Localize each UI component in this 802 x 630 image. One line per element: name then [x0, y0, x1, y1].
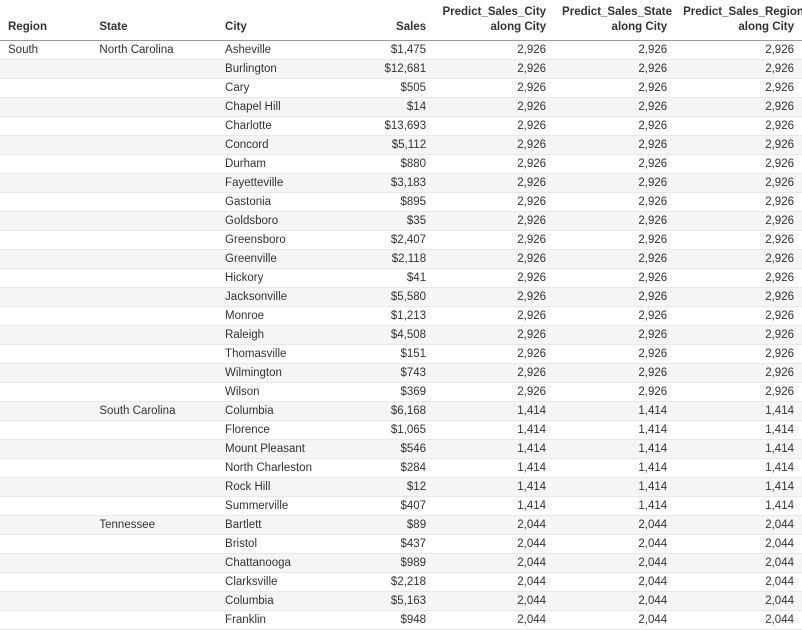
table-row: Burlington$12,6812,9262,9262,926 — [0, 59, 802, 78]
table-row: Mount Pleasant$5461,4141,4141,414 — [0, 439, 802, 458]
table-row: Wilson$3692,9262,9262,926 — [0, 382, 802, 401]
table-row: Fayetteville$3,1832,9262,9262,926 — [0, 173, 802, 192]
table-row: Durham$8802,9262,9262,926 — [0, 154, 802, 173]
header-predict-region: Predict_Sales_Regionalong City — [675, 0, 802, 40]
table-row: Florence$1,0651,4141,4141,414 — [0, 420, 802, 439]
table-row: Concord$5,1122,9262,9262,926 — [0, 135, 802, 154]
table-row: TennesseeBartlett$892,0442,0442,044 — [0, 515, 802, 534]
table-row: Rock Hill$121,4141,4141,414 — [0, 477, 802, 496]
table-row: Bristol$4372,0442,0442,044 — [0, 534, 802, 553]
main-table-container: Region State City Sales Predict_Sales_Ci… — [0, 0, 802, 630]
table-row: Jacksonville$5,5802,9262,9262,926 — [0, 287, 802, 306]
table-row: Columbia$5,1632,0442,0442,044 — [0, 591, 802, 610]
table-row: SouthNorth CarolinaAsheville$1,4752,9262… — [0, 40, 802, 59]
table-row: Franklin$9482,0442,0442,044 — [0, 610, 802, 629]
table-row: Thomasville$1512,9262,9262,926 — [0, 344, 802, 363]
table-row: Chattanooga$9892,0442,0442,044 — [0, 553, 802, 572]
header-region: Region — [0, 0, 91, 40]
table-row: South CarolinaColumbia$6,1681,4141,4141,… — [0, 401, 802, 420]
table-row: Charlotte$13,6932,9262,9262,926 — [0, 116, 802, 135]
table-row: North Charleston$2841,4141,4141,414 — [0, 458, 802, 477]
header-row: Region State City Sales Predict_Sales_Ci… — [0, 0, 802, 40]
table-row: Chapel Hill$142,9262,9262,926 — [0, 97, 802, 116]
table-row: Monroe$1,2132,9262,9262,926 — [0, 306, 802, 325]
table-row: Greenville$2,1182,9262,9262,926 — [0, 249, 802, 268]
header-city: City — [217, 0, 343, 40]
table-body: SouthNorth CarolinaAsheville$1,4752,9262… — [0, 40, 802, 629]
table-row: Cary$5052,9262,9262,926 — [0, 78, 802, 97]
table-row: Greensboro$2,4072,9262,9262,926 — [0, 230, 802, 249]
table-row: Raleigh$4,5082,9262,9262,926 — [0, 325, 802, 344]
data-table: Region State City Sales Predict_Sales_Ci… — [0, 0, 802, 630]
table-row: Goldsboro$352,9262,9262,926 — [0, 211, 802, 230]
table-row: Hickory$412,9262,9262,926 — [0, 268, 802, 287]
header-predict-state: Predict_Sales_Statealong City — [554, 0, 675, 40]
header-state: State — [91, 0, 217, 40]
header-sales: Sales — [343, 0, 434, 40]
header-predict-city: Predict_Sales_Cityalong City — [434, 0, 554, 40]
table-row: Gastonia$8952,9262,9262,926 — [0, 192, 802, 211]
table-row: Wilmington$7432,9262,9262,926 — [0, 363, 802, 382]
table-row: Summerville$4071,4141,4141,414 — [0, 496, 802, 515]
